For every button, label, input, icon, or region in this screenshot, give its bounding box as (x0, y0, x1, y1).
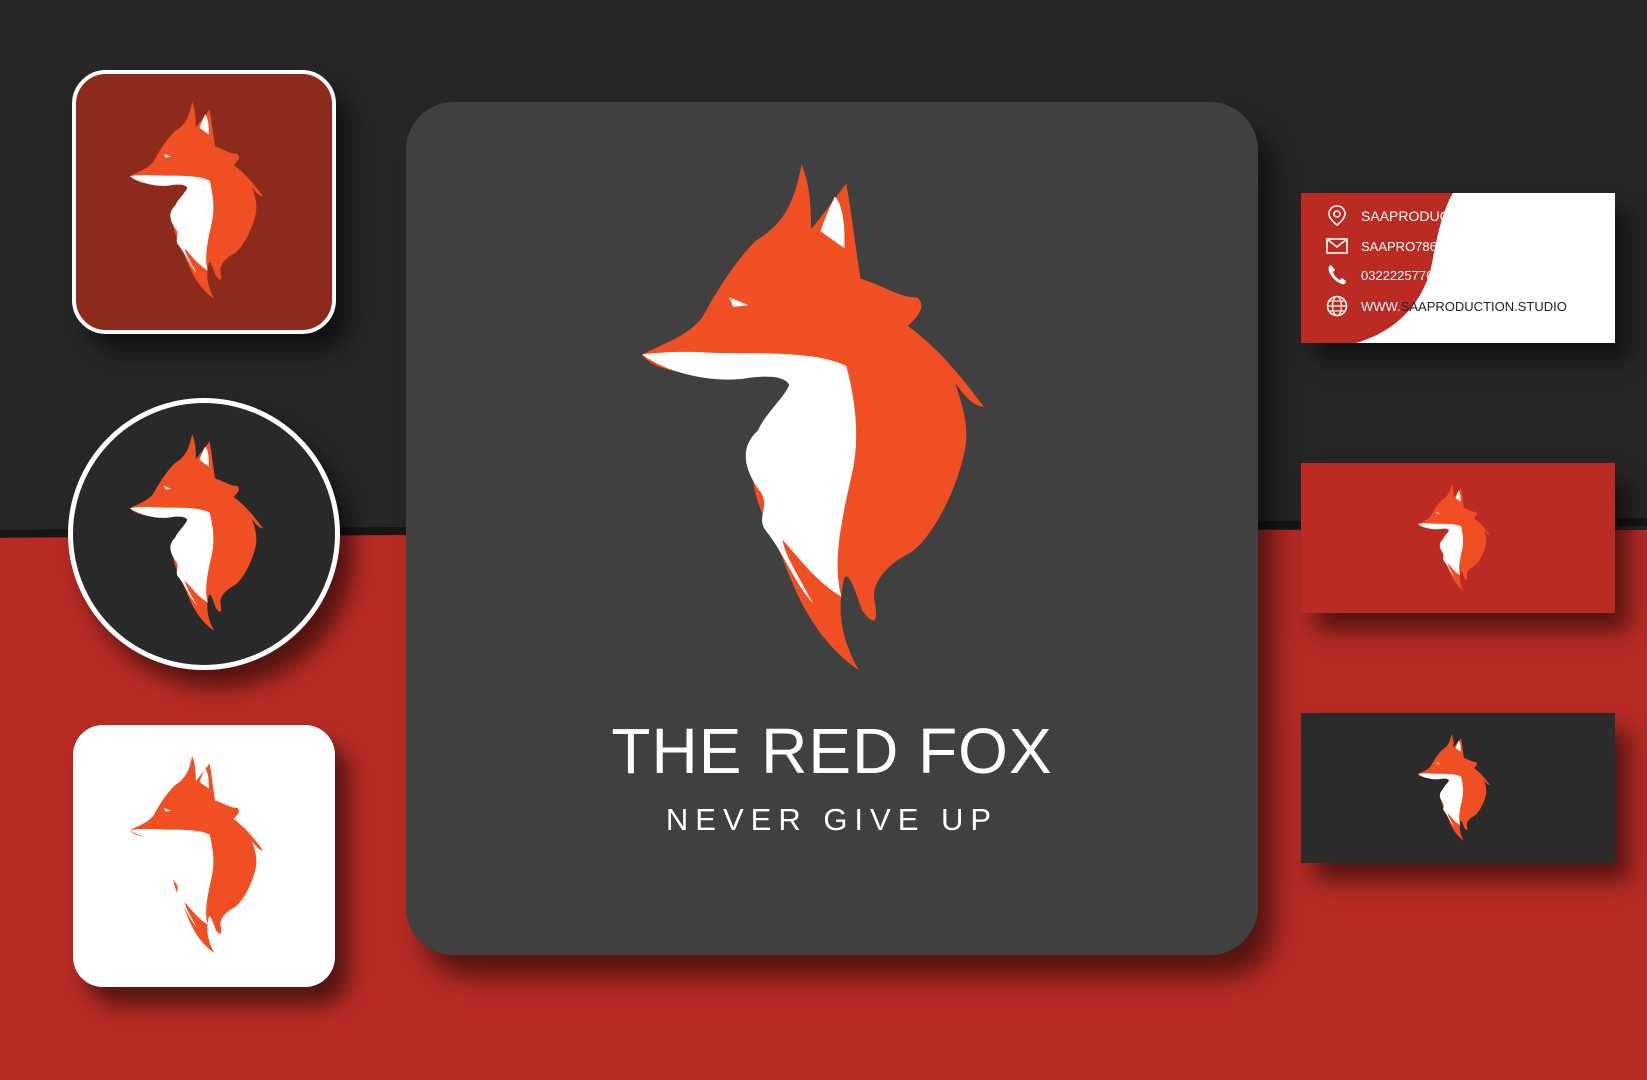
contact-address-row: SAAPRODUCTION IN PAKISTAN (1325, 203, 1572, 229)
brand-name: THE RED FOX (611, 715, 1053, 787)
business-card-dark (1301, 713, 1615, 863)
phone-icon (1325, 263, 1349, 287)
globe-icon (1325, 294, 1349, 318)
contact-website-prefix: WWW. (1361, 298, 1401, 314)
contact-website-row: WWW.SAAPRODUCTION.STUDIO (1325, 293, 1567, 319)
fox-logo-icon (129, 102, 279, 302)
app-icon-circle-dark (68, 398, 340, 670)
main-logo-card: THE RED FOX NEVER GIVE UP (406, 102, 1258, 955)
brand-slogan: NEVER GIVE UP (665, 802, 999, 837)
fox-logo-icon (642, 156, 1022, 686)
business-card-contact: SAAPRODUCTION IN PAKISTAN SAAPRO786@GMAI… (1301, 193, 1615, 343)
location-pin-icon (1325, 204, 1349, 228)
contact-phone: 03222257765 (1361, 267, 1441, 283)
business-card-red (1301, 463, 1615, 613)
fox-logo-icon (1418, 484, 1498, 592)
app-icon-rounded-red (72, 70, 336, 334)
fox-logo-icon (129, 756, 279, 956)
contact-phone-row: 03222257765 (1325, 262, 1441, 288)
contact-address: SAAPRODUCTION IN PAKISTAN (1361, 208, 1573, 224)
app-icon-rounded-white (73, 725, 335, 987)
fox-logo-icon (129, 434, 279, 634)
contact-email: SAAPRO786@GMAIL.COM (1361, 238, 1525, 254)
contact-website-domain: SAAPRODUCTION.STUDIO (1400, 298, 1567, 314)
fox-logo-icon (1418, 734, 1498, 842)
mail-icon (1325, 234, 1349, 258)
contact-email-row: SAAPRO786@GMAIL.COM (1325, 233, 1524, 259)
